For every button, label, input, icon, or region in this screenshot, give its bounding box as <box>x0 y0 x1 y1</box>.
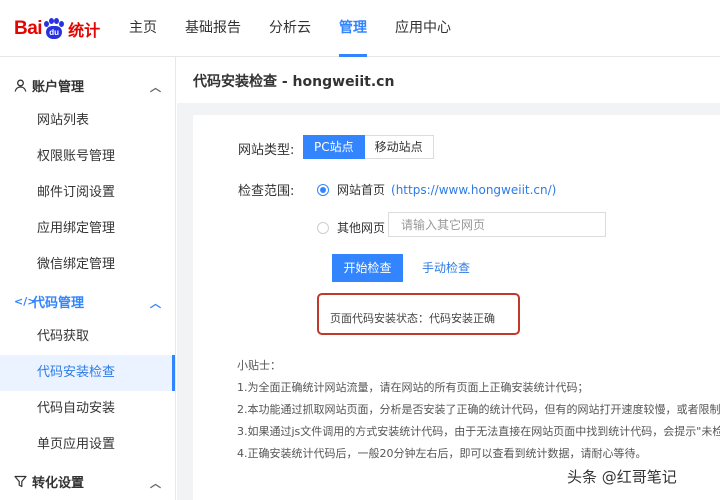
site-type-label: 网站类型: <box>238 143 295 158</box>
option-homepage[interactable]: 网站首页 (https://www.hongweiit.cn/) <box>317 181 556 198</box>
paw-icon: du <box>43 18 65 40</box>
other-page-label: 其他网页 <box>337 221 386 235</box>
check-panel: 网站类型: PC站点 移动站点 检查范围: 网站首页 (https://www.… <box>193 115 720 500</box>
radio-homepage[interactable] <box>317 183 329 196</box>
site-type-switch: PC站点 移动站点 <box>303 135 434 159</box>
logo-wordmark-bai: Bai <box>14 18 43 39</box>
sidebar-item-permission-accounts[interactable]: 权限账号管理 <box>0 139 175 175</box>
sidebar-item-app-binding[interactable]: 应用绑定管理 <box>0 211 175 247</box>
tip-line-4: 4.正确安装统计代码后，一般20分钟左右后，即可以查看到统计数据，请耐心等待。 <box>237 447 647 460</box>
nav-basic-report[interactable]: 基础报告 <box>171 0 255 56</box>
title-bar: 代码安装检查 - hongweiit.cn <box>177 57 720 103</box>
main-nav: 主页 基础报告 分析云 管理 应用中心 <box>115 0 465 57</box>
top-navbar: Bai du 统计 主页 基础报告 分析云 管理 应用中心 <box>0 0 720 57</box>
tips-title: 小贴士： <box>237 359 281 372</box>
sidebar-group-code[interactable]: </> 代码管理 ︿ <box>0 283 175 319</box>
chevron-up-icon[interactable]: ︿ <box>150 79 161 95</box>
sidebar: 账户管理 ︿ 网站列表 权限账号管理 邮件订阅设置 应用绑定管理 微信绑定管理 … <box>0 57 176 500</box>
sidebar-item-spa-settings[interactable]: 单页应用设置 <box>0 427 175 463</box>
homepage-label: 网站首页 <box>337 183 386 197</box>
nav-analytics-cloud[interactable]: 分析云 <box>255 0 325 56</box>
sidebar-item-get-code[interactable]: 代码获取 <box>0 319 175 355</box>
chevron-up-icon[interactable]: ︿ <box>150 295 161 311</box>
option-other-page[interactable]: 其他网页 <box>317 219 385 236</box>
nav-manage[interactable]: 管理 <box>325 0 381 57</box>
main-content: 代码安装检查 - hongweiit.cn 网站类型: PC站点 移动站点 检查… <box>177 57 720 500</box>
sidebar-group-label: 转化设置 <box>32 475 85 491</box>
chevron-up-icon[interactable]: ︿ <box>150 475 161 491</box>
sidebar-group-label: 代码管理 <box>32 295 85 311</box>
start-check-button[interactable]: 开始检查 <box>332 254 403 282</box>
sidebar-item-code-install-check[interactable]: 代码安装检查 <box>0 355 175 391</box>
page-title: 代码安装检查 - hongweiit.cn <box>193 74 395 90</box>
code-icon: </> <box>14 294 37 308</box>
sidebar-item-auto-install[interactable]: 代码自动安装 <box>0 391 175 427</box>
site-type-pc-button[interactable]: PC站点 <box>303 135 365 159</box>
watermark: 头条 @红哥笔记 <box>567 468 677 486</box>
sidebar-group-conversion[interactable]: 转化设置 ︿ <box>0 463 175 499</box>
sidebar-item-wechat-binding[interactable]: 微信绑定管理 <box>0 247 175 283</box>
homepage-url: (https://www.hongweiit.cn/) <box>391 182 557 197</box>
tip-line-1: 1.为全面正确统计网站流量，请在网站的所有页面上正确安装统计代码； <box>237 381 589 394</box>
sidebar-item-email-subscription[interactable]: 邮件订阅设置 <box>0 175 175 211</box>
sidebar-group-account[interactable]: 账户管理 ︿ <box>0 67 175 103</box>
user-icon <box>14 79 32 92</box>
site-type-mobile-button[interactable]: 移动站点 <box>364 135 434 159</box>
manual-check-link[interactable]: 手动检查 <box>422 254 470 282</box>
tip-line-2: 2.本功能通过抓取网站页面，分析是否安装了正确的统计代码，但有的网站打开速度较慢… <box>237 403 720 416</box>
funnel-icon <box>14 475 32 488</box>
other-page-input[interactable] <box>388 212 606 237</box>
radio-other-page[interactable] <box>317 221 329 234</box>
sidebar-item-site-list[interactable]: 网站列表 <box>0 103 175 139</box>
logo-text: 统计 <box>68 21 101 40</box>
baidu-tongji-logo[interactable]: Bai du 统计 <box>14 16 100 42</box>
install-status-text: 页面代码安装状态：代码安装正确 <box>330 312 495 325</box>
tip-line-3: 3.如果通过js文件调用的方式安装统计代码，由于无法直接在网站页面中找到统计代码… <box>237 425 720 438</box>
nav-home[interactable]: 主页 <box>115 0 171 56</box>
nav-app-center[interactable]: 应用中心 <box>381 0 465 56</box>
sidebar-group-label: 账户管理 <box>32 79 85 95</box>
check-range-label: 检查范围: <box>238 184 295 199</box>
logo-wordmark-du: du <box>46 26 63 39</box>
